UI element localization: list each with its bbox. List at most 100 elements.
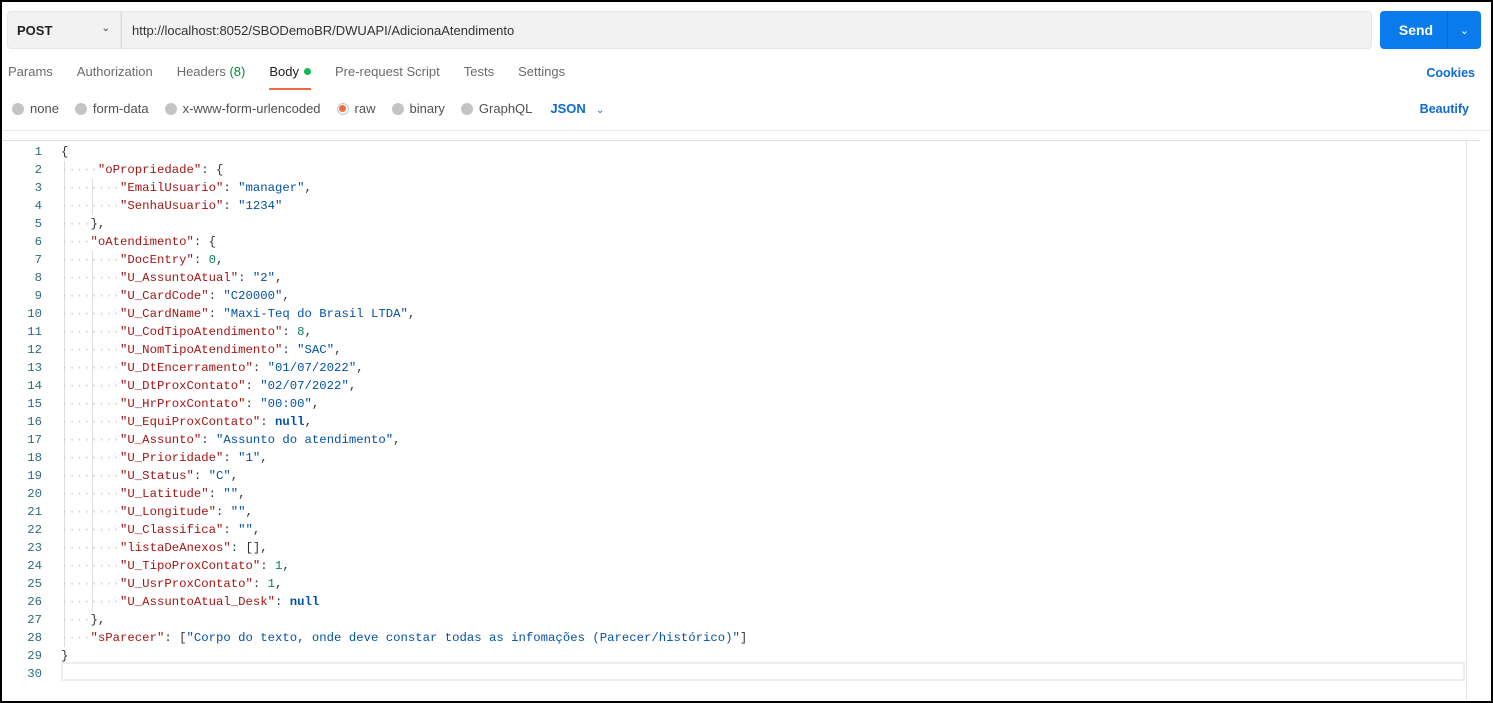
- radio-graphql[interactable]: GraphQL: [460, 101, 532, 116]
- indent-whitespace: ····: [61, 631, 91, 645]
- indent-whitespace: ········: [61, 199, 121, 213]
- json-punctuation: },: [90, 613, 106, 627]
- json-punctuation: :: [252, 577, 268, 591]
- code-text: }: [61, 647, 68, 665]
- radio-x-www-form-urlencoded[interactable]: x-www-form-urlencoded: [164, 101, 321, 116]
- tab-label: Body: [269, 64, 299, 79]
- json-punctuation: ,: [238, 487, 246, 501]
- json-string: "Corpo do texto, onde deve constar todas…: [186, 631, 740, 645]
- json-punctuation: :: [193, 469, 209, 483]
- method-select[interactable]: POST ⌄: [7, 11, 121, 49]
- url-value: http://localhost:8052/SBODemoBR/DWUAPI/A…: [132, 22, 515, 38]
- json-punctuation: ,: [356, 361, 364, 375]
- language-select[interactable]: JSON ⌄: [550, 101, 604, 116]
- line-number: 22: [27, 523, 42, 537]
- code-text: ········"U_CardCode": "C20000",: [61, 287, 290, 305]
- json-string: "C": [208, 469, 231, 483]
- indent-whitespace: ········: [61, 433, 121, 447]
- json-punctuation: ,: [407, 307, 416, 321]
- line-number: 3: [34, 181, 42, 195]
- radio-label: x-www-form-urlencoded: [182, 101, 321, 116]
- code-text: ········"U_Status": "C",: [61, 467, 238, 485]
- editor-scrollbar[interactable]: [1466, 141, 1480, 701]
- request-tabs: Params Authorization Headers (8) Body Pr…: [8, 64, 589, 90]
- json-string: "1234": [238, 199, 283, 213]
- json-key: "U_CardCode": [120, 289, 209, 303]
- code-text: ········"U_AssuntoAtual": "2",: [61, 269, 282, 287]
- json-key: "oPropriedade": [97, 163, 202, 177]
- json-key: "SenhaUsuario": [120, 199, 224, 213]
- json-punctuation: :: [223, 199, 239, 213]
- cookies-link[interactable]: Cookies: [1426, 66, 1475, 80]
- json-punctuation: },: [90, 217, 106, 231]
- body-indicator-dot: [303, 68, 311, 75]
- line-number: 24: [27, 559, 42, 573]
- radio-selected-icon: [336, 102, 349, 115]
- radio-none[interactable]: none: [12, 101, 59, 116]
- code-text: ····},: [61, 611, 105, 629]
- radio-raw[interactable]: raw: [336, 101, 376, 116]
- json-key: "U_Classifica": [120, 523, 224, 537]
- tab-tests[interactable]: Tests: [464, 64, 494, 90]
- indent-whitespace: ····: [61, 613, 91, 627]
- json-string: "": [223, 487, 239, 501]
- line-number: 12: [27, 343, 42, 357]
- tab-authorization[interactable]: Authorization: [77, 64, 153, 90]
- tab-label: Authorization: [76, 64, 153, 79]
- json-punctuation: : {: [193, 235, 216, 249]
- code-editor[interactable]: 1{2 ·····"oPropriedade": {3 ········"Email…: [2, 140, 1480, 701]
- json-key: "U_DtProxContato": [120, 379, 246, 393]
- json-punctuation: :: [208, 307, 224, 321]
- tab-params[interactable]: Params: [8, 64, 53, 90]
- json-punctuation: :: [223, 451, 239, 465]
- json-punctuation: ,: [245, 505, 253, 519]
- indent-whitespace: ········: [61, 487, 121, 501]
- code-text: ········"U_DtProxContato": "02/07/2022",: [61, 377, 356, 395]
- code-text: ········"U_CardName": "Maxi-Teq do Brasi…: [61, 305, 415, 323]
- radio-label: binary: [409, 101, 445, 116]
- json-key: "U_AssuntoAtual_Desk": [120, 595, 276, 609]
- line-number: 1: [34, 145, 42, 159]
- code-text: ········"U_AssuntoAtual_Desk": null: [61, 593, 319, 611]
- radio-form-data[interactable]: form-data: [74, 101, 149, 116]
- json-punctuation: : [: [164, 631, 187, 645]
- code-text: ········"U_CodTipoAtendimento": 8,: [61, 323, 312, 341]
- indent-whitespace: ····: [61, 235, 91, 249]
- radio-icon: [12, 102, 24, 115]
- indent-whitespace: ········: [61, 559, 121, 573]
- radio-binary[interactable]: binary: [391, 101, 445, 116]
- beautify-button[interactable]: Beautify: [1420, 102, 1469, 116]
- line-number: 15: [27, 397, 42, 411]
- json-key: "U_Latitude": [120, 487, 209, 501]
- line-number: 29: [27, 649, 42, 663]
- json-punctuation: :: [252, 361, 268, 375]
- json-number: 0: [208, 253, 216, 267]
- json-key: "U_AssuntoAtual": [120, 271, 239, 285]
- code-text: {: [61, 143, 68, 161]
- json-number: 8: [297, 325, 305, 339]
- request-panel: POST ⌄ http://localhost:8052/SBODemoBR/DW…: [2, 2, 1491, 701]
- json-key: "U_DtEncerramento": [120, 361, 253, 375]
- tab-headers[interactable]: Headers (8): [177, 64, 246, 90]
- line-number: 5: [34, 217, 42, 231]
- send-options-button[interactable]: ⌄: [1447, 11, 1481, 49]
- line-number: 2: [34, 163, 42, 177]
- json-key: "U_HrProxContato": [120, 397, 246, 411]
- json-string: "2": [252, 271, 276, 285]
- json-punctuation: ]: [739, 631, 748, 645]
- radio-label: raw: [354, 101, 376, 116]
- json-key: "U_Longitude": [120, 505, 216, 519]
- divider: [2, 130, 1491, 131]
- radio-icon: [164, 102, 177, 115]
- tab-label: Pre-request Script: [334, 64, 440, 79]
- tab-body[interactable]: Body: [269, 64, 311, 90]
- tab-label: Headers: [176, 64, 226, 79]
- json-key: "U_UsrProxContato": [120, 577, 253, 591]
- send-button[interactable]: Send: [1380, 11, 1452, 49]
- tab-label: Params: [8, 64, 53, 79]
- url-input[interactable]: http://localhost:8052/SBODemoBR/DWUAPI/A…: [121, 11, 1372, 49]
- indent-whitespace: ········: [61, 469, 121, 483]
- tab-pre-request-script[interactable]: Pre-request Script: [335, 64, 440, 90]
- tab-settings[interactable]: Settings: [518, 64, 565, 90]
- line-number: 26: [27, 595, 42, 609]
